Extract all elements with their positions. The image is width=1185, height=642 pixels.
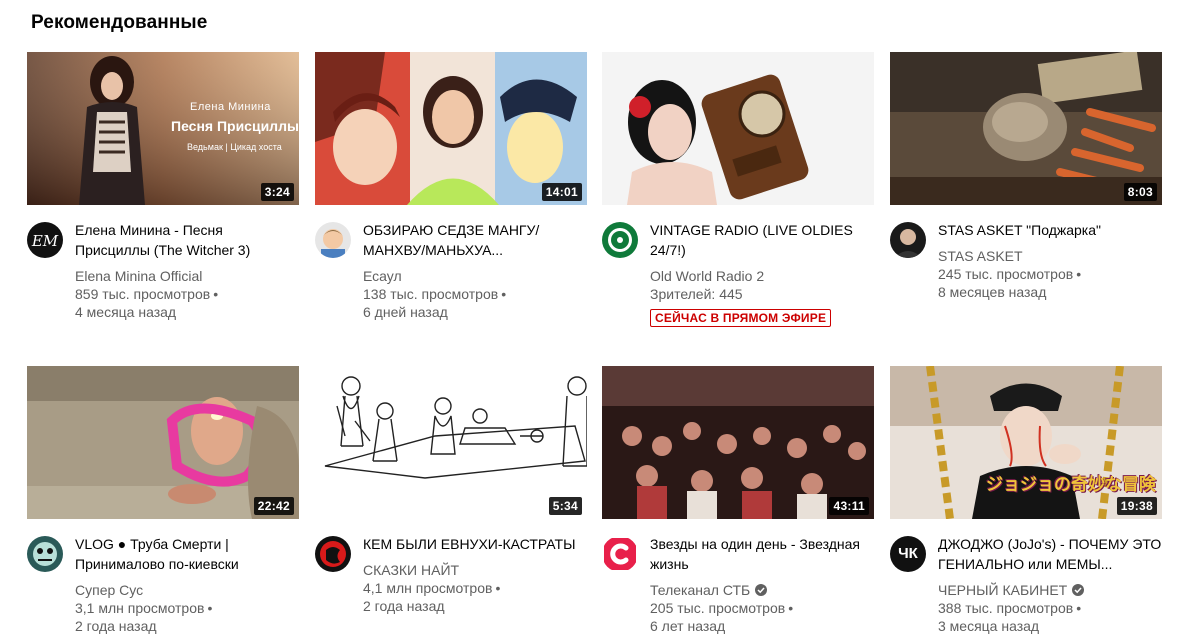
channel-avatar[interactable] bbox=[315, 536, 351, 572]
upload-age: 2 года назад bbox=[75, 618, 157, 634]
verified-check-icon bbox=[1072, 584, 1085, 596]
channel-avatar[interactable]: EM bbox=[27, 222, 63, 258]
channel-name[interactable]: Old World Radio 2 bbox=[650, 267, 874, 285]
channel-avatar[interactable] bbox=[890, 222, 926, 258]
duration-badge: 22:42 bbox=[253, 497, 294, 515]
video-thumbnail[interactable]: 8:03 bbox=[890, 52, 1162, 205]
svg-text:EM: EM bbox=[31, 232, 59, 250]
view-count: 4,1 млн просмотров • bbox=[363, 580, 501, 596]
channel-avatar[interactable] bbox=[602, 536, 638, 572]
view-count-text: 3,1 млн просмотров bbox=[75, 600, 205, 616]
duration-badge: 8:03 bbox=[1123, 183, 1157, 201]
video-card[interactable]: 22:42 VLOG ● Труба Смерти | Принималово … bbox=[27, 366, 299, 635]
upload-age: 2 года назад bbox=[363, 598, 445, 614]
channel-name-text[interactable]: СКАЗКИ НАЙТ bbox=[363, 561, 459, 579]
thumb-caption-title: Песня Присциллы bbox=[171, 118, 299, 134]
channel-avatar[interactable] bbox=[315, 222, 351, 258]
video-card[interactable]: Елена Минина Песня Присциллы Ведьмак | Ц… bbox=[27, 52, 299, 321]
video-card[interactable]: 43:11 Звезды на один день - Звездная жиз… bbox=[602, 366, 874, 635]
channel-name[interactable]: Есаул bbox=[363, 267, 587, 285]
video-thumbnail[interactable]: ジョジョの奇妙な冒険 19:38 bbox=[890, 366, 1162, 519]
video-title[interactable]: ДЖОДЖО (JoJo's) - ПОЧЕМУ ЭТО ГЕНИАЛЬНО и… bbox=[938, 534, 1162, 574]
thumb-caption-name: Елена Минина bbox=[190, 101, 271, 113]
video-title[interactable]: КЕМ БЫЛИ ЕВНУХИ-КАСТРАТЫ bbox=[363, 534, 587, 554]
video-card[interactable]: ジョジョの奇妙な冒険 19:38 ЧК ДЖОДЖО (JoJo's) - ПО… bbox=[890, 366, 1162, 635]
channel-name[interactable]: ЧЕРНЫЙ КАБИНЕТ bbox=[938, 581, 1162, 599]
duration-badge: 5:34 bbox=[548, 497, 582, 515]
video-card[interactable]: VINTAGE RADIO (LIVE OLDIES 24/7!) Old Wo… bbox=[602, 52, 874, 327]
thumbnail-image bbox=[315, 366, 587, 519]
thumb-caption-logo: ジョジョの奇妙な冒険 bbox=[986, 475, 1156, 494]
video-card[interactable]: 5:34 КЕМ БЫЛИ ЕВНУХИ-КАСТРАТЫ СКАЗКИ НАЙ… bbox=[315, 366, 587, 615]
video-thumbnail[interactable]: 43:11 bbox=[602, 366, 874, 519]
view-count-text: 245 тыс. просмотров bbox=[938, 266, 1074, 282]
viewer-count: Зрителей: 445 bbox=[650, 286, 743, 302]
channel-name-text[interactable]: Есаул bbox=[363, 267, 402, 285]
thumbnail-image bbox=[602, 52, 874, 205]
channel-name[interactable]: Супер Сус bbox=[75, 581, 299, 599]
channel-name-text[interactable]: Old World Radio 2 bbox=[650, 267, 764, 285]
duration-badge: 19:38 bbox=[1116, 497, 1157, 515]
video-card[interactable]: 8:03 STAS ASKET "Поджарка" STAS ASKET 24… bbox=[890, 52, 1162, 301]
channel-name[interactable]: СКАЗКИ НАЙТ bbox=[363, 561, 587, 579]
channel-name-text[interactable]: ЧЕРНЫЙ КАБИНЕТ bbox=[938, 581, 1067, 599]
channel-name[interactable]: STAS ASKET bbox=[938, 247, 1162, 265]
video-thumbnail[interactable]: Елена Минина Песня Присциллы Ведьмак | Ц… bbox=[27, 52, 299, 205]
thumb-caption-sub: Ведьмак | Цикад хоста bbox=[187, 142, 282, 152]
duration-badge: 3:24 bbox=[260, 183, 294, 201]
video-thumbnail[interactable] bbox=[602, 52, 874, 205]
video-title[interactable]: STAS ASKET "Поджарка" bbox=[938, 220, 1162, 240]
duration-badge: 14:01 bbox=[541, 183, 582, 201]
video-thumbnail[interactable]: 22:42 bbox=[27, 366, 299, 519]
channel-name-text[interactable]: Elena Minina Official bbox=[75, 267, 202, 285]
verified-check-icon bbox=[755, 584, 768, 596]
video-card[interactable]: 14:01 ОБЗИРАЮ СЕДЗЕ МАНГУ/МАНХВУ/МАНЬХУА… bbox=[315, 52, 587, 321]
channel-avatar[interactable] bbox=[602, 222, 638, 258]
upload-age: 8 месяцев назад bbox=[938, 284, 1047, 300]
thumbnail-image bbox=[890, 52, 1162, 205]
view-count-text: 138 тыс. просмотров bbox=[363, 286, 499, 302]
video-title[interactable]: VLOG ● Труба Смерти | Принималово по-кие… bbox=[75, 534, 299, 574]
view-count-text: 859 тыс. просмотров bbox=[75, 286, 211, 302]
upload-age: 6 дней назад bbox=[363, 304, 448, 320]
view-count-text: 388 тыс. просмотров bbox=[938, 600, 1074, 616]
channel-name[interactable]: Телеканал СТБ bbox=[650, 581, 874, 599]
duration-badge: 43:11 bbox=[829, 497, 869, 515]
upload-age: 4 месяца назад bbox=[75, 304, 177, 320]
video-title[interactable]: Звезды на один день - Звездная жизнь bbox=[650, 534, 874, 574]
view-count-text: 205 тыс. просмотров bbox=[650, 600, 786, 616]
channel-name-text[interactable]: STAS ASKET bbox=[938, 247, 1023, 265]
channel-name-text[interactable]: Супер Сус bbox=[75, 581, 143, 599]
video-title[interactable]: ОБЗИРАЮ СЕДЗЕ МАНГУ/МАНХВУ/МАНЬХУА... bbox=[363, 220, 587, 260]
shelf-title: Рекомендованные bbox=[31, 12, 208, 33]
channel-avatar[interactable] bbox=[27, 536, 63, 572]
channel-name-text[interactable]: Телеканал СТБ bbox=[650, 581, 750, 599]
view-count: 245 тыс. просмотров • bbox=[938, 266, 1082, 282]
view-count: 859 тыс. просмотров • bbox=[75, 286, 219, 302]
view-count-text: 4,1 млн просмотров bbox=[363, 580, 493, 596]
upload-age: 6 лет назад bbox=[650, 618, 726, 634]
view-count: 3,1 млн просмотров • bbox=[75, 600, 213, 616]
video-thumbnail[interactable]: 5:34 bbox=[315, 366, 587, 519]
view-count: 138 тыс. просмотров • bbox=[363, 286, 507, 302]
video-thumbnail[interactable]: 14:01 bbox=[315, 52, 587, 205]
video-title[interactable]: VINTAGE RADIO (LIVE OLDIES 24/7!) bbox=[650, 220, 874, 260]
view-count: 205 тыс. просмотров • bbox=[650, 600, 794, 616]
live-now-badge: СЕЙЧАС В ПРЯМОМ ЭФИРЕ bbox=[650, 309, 832, 327]
video-title[interactable]: Елена Минина - Песня Присциллы (The Witc… bbox=[75, 220, 299, 260]
upload-age: 3 месяца назад bbox=[938, 618, 1040, 634]
channel-avatar-initials: ЧК bbox=[898, 545, 918, 562]
channel-avatar[interactable]: ЧК bbox=[890, 536, 926, 572]
channel-name[interactable]: Elena Minina Official bbox=[75, 267, 299, 285]
view-count: 388 тыс. просмотров • bbox=[938, 600, 1082, 616]
